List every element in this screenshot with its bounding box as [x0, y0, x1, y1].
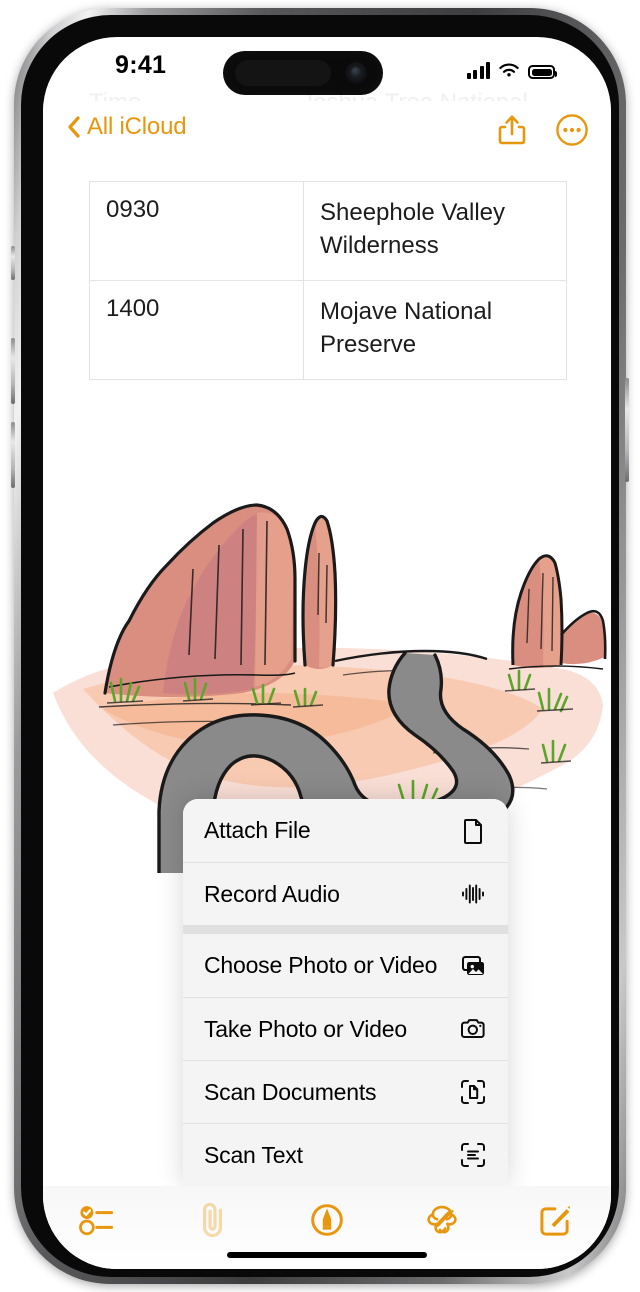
markup-pen-icon — [311, 1203, 343, 1236]
volume-up-button[interactable] — [11, 338, 15, 404]
menu-item-choose-photo-or-video[interactable]: Choose Photo or Video — [183, 934, 508, 997]
menu-item-label: Scan Documents — [204, 1078, 377, 1105]
navigation-bar: All iCloud — [43, 101, 611, 163]
cellular-signal-icon — [466, 62, 490, 79]
checklist-button[interactable] — [77, 1199, 119, 1241]
chevron-left-icon — [68, 116, 80, 138]
scan-text-icon — [461, 1143, 485, 1167]
volume-down-button[interactable] — [11, 422, 15, 488]
photo-stack-icon — [462, 955, 484, 975]
screen-bezel: Time Joshua Tree National 0600 Park 0930… — [21, 15, 619, 1277]
side-button[interactable] — [625, 378, 629, 482]
status-bar: 9:41 — [43, 37, 611, 101]
back-button-label: All iCloud — [87, 113, 187, 140]
writing-tools-button[interactable] — [421, 1199, 463, 1241]
audio-waveform-icon — [462, 884, 484, 904]
dynamic-island — [223, 51, 383, 95]
more-options-icon[interactable] — [555, 113, 589, 147]
menu-item-label: Scan Text — [204, 1141, 303, 1168]
silent-switch[interactable] — [11, 246, 15, 280]
menu-group-separator — [183, 925, 508, 934]
compose-icon — [540, 1205, 571, 1236]
nav-actions — [495, 113, 589, 147]
share-icon[interactable] — [495, 113, 529, 147]
attachment-menu: Attach File Record Audio Choose Photo or… — [183, 799, 508, 1186]
table-cell-place: Mojave National Preserve — [320, 298, 493, 359]
camera-icon — [461, 1019, 485, 1038]
attachment-button[interactable] — [192, 1199, 234, 1241]
table-cell-time: 0930 — [90, 182, 304, 281]
menu-item-label: Record Audio — [204, 880, 340, 907]
checklist-icon — [79, 1205, 114, 1235]
apple-intelligence-icon — [426, 1205, 457, 1234]
status-icons — [466, 57, 557, 79]
battery-full-icon — [528, 65, 557, 79]
menu-item-scan-text[interactable]: Scan Text — [183, 1123, 508, 1186]
document-icon — [464, 818, 482, 844]
iphone-screen: Time Joshua Tree National 0600 Park 0930… — [43, 37, 611, 1269]
front-camera-icon — [345, 62, 367, 84]
menu-item-label: Attach File — [204, 817, 311, 843]
note-table: 0930 Sheephole Valley Wilderness 1400 Mo… — [89, 181, 567, 381]
table-cell-place: Sheephole Valley Wilderness — [320, 199, 506, 260]
back-button-all-icloud[interactable]: All iCloud — [67, 113, 187, 141]
scan-document-icon — [461, 1080, 485, 1104]
status-time: 9:41 — [115, 51, 167, 79]
menu-item-label: Choose Photo or Video — [204, 952, 438, 978]
compose-button[interactable] — [535, 1199, 577, 1241]
table-row: 1400 Mojave National Preserve — [90, 281, 566, 381]
table-row: 0930 Sheephole Valley Wilderness — [90, 182, 566, 282]
island-pill — [235, 60, 331, 86]
iphone-device-frame: Time Joshua Tree National 0600 Park 0930… — [11, 8, 629, 1284]
wifi-icon — [499, 63, 519, 77]
menu-item-attach-file[interactable]: Attach File — [183, 799, 508, 862]
table-cell-time: 1400 — [90, 281, 304, 380]
markup-button[interactable] — [306, 1199, 348, 1241]
menu-item-take-photo-or-video[interactable]: Take Photo or Video — [183, 997, 508, 1060]
menu-item-label: Take Photo or Video — [204, 1015, 407, 1042]
menu-item-scan-documents[interactable]: Scan Documents — [183, 1060, 508, 1123]
home-indicator — [227, 1252, 427, 1258]
paperclip-icon — [202, 1202, 222, 1237]
menu-item-record-audio[interactable]: Record Audio — [183, 862, 508, 925]
